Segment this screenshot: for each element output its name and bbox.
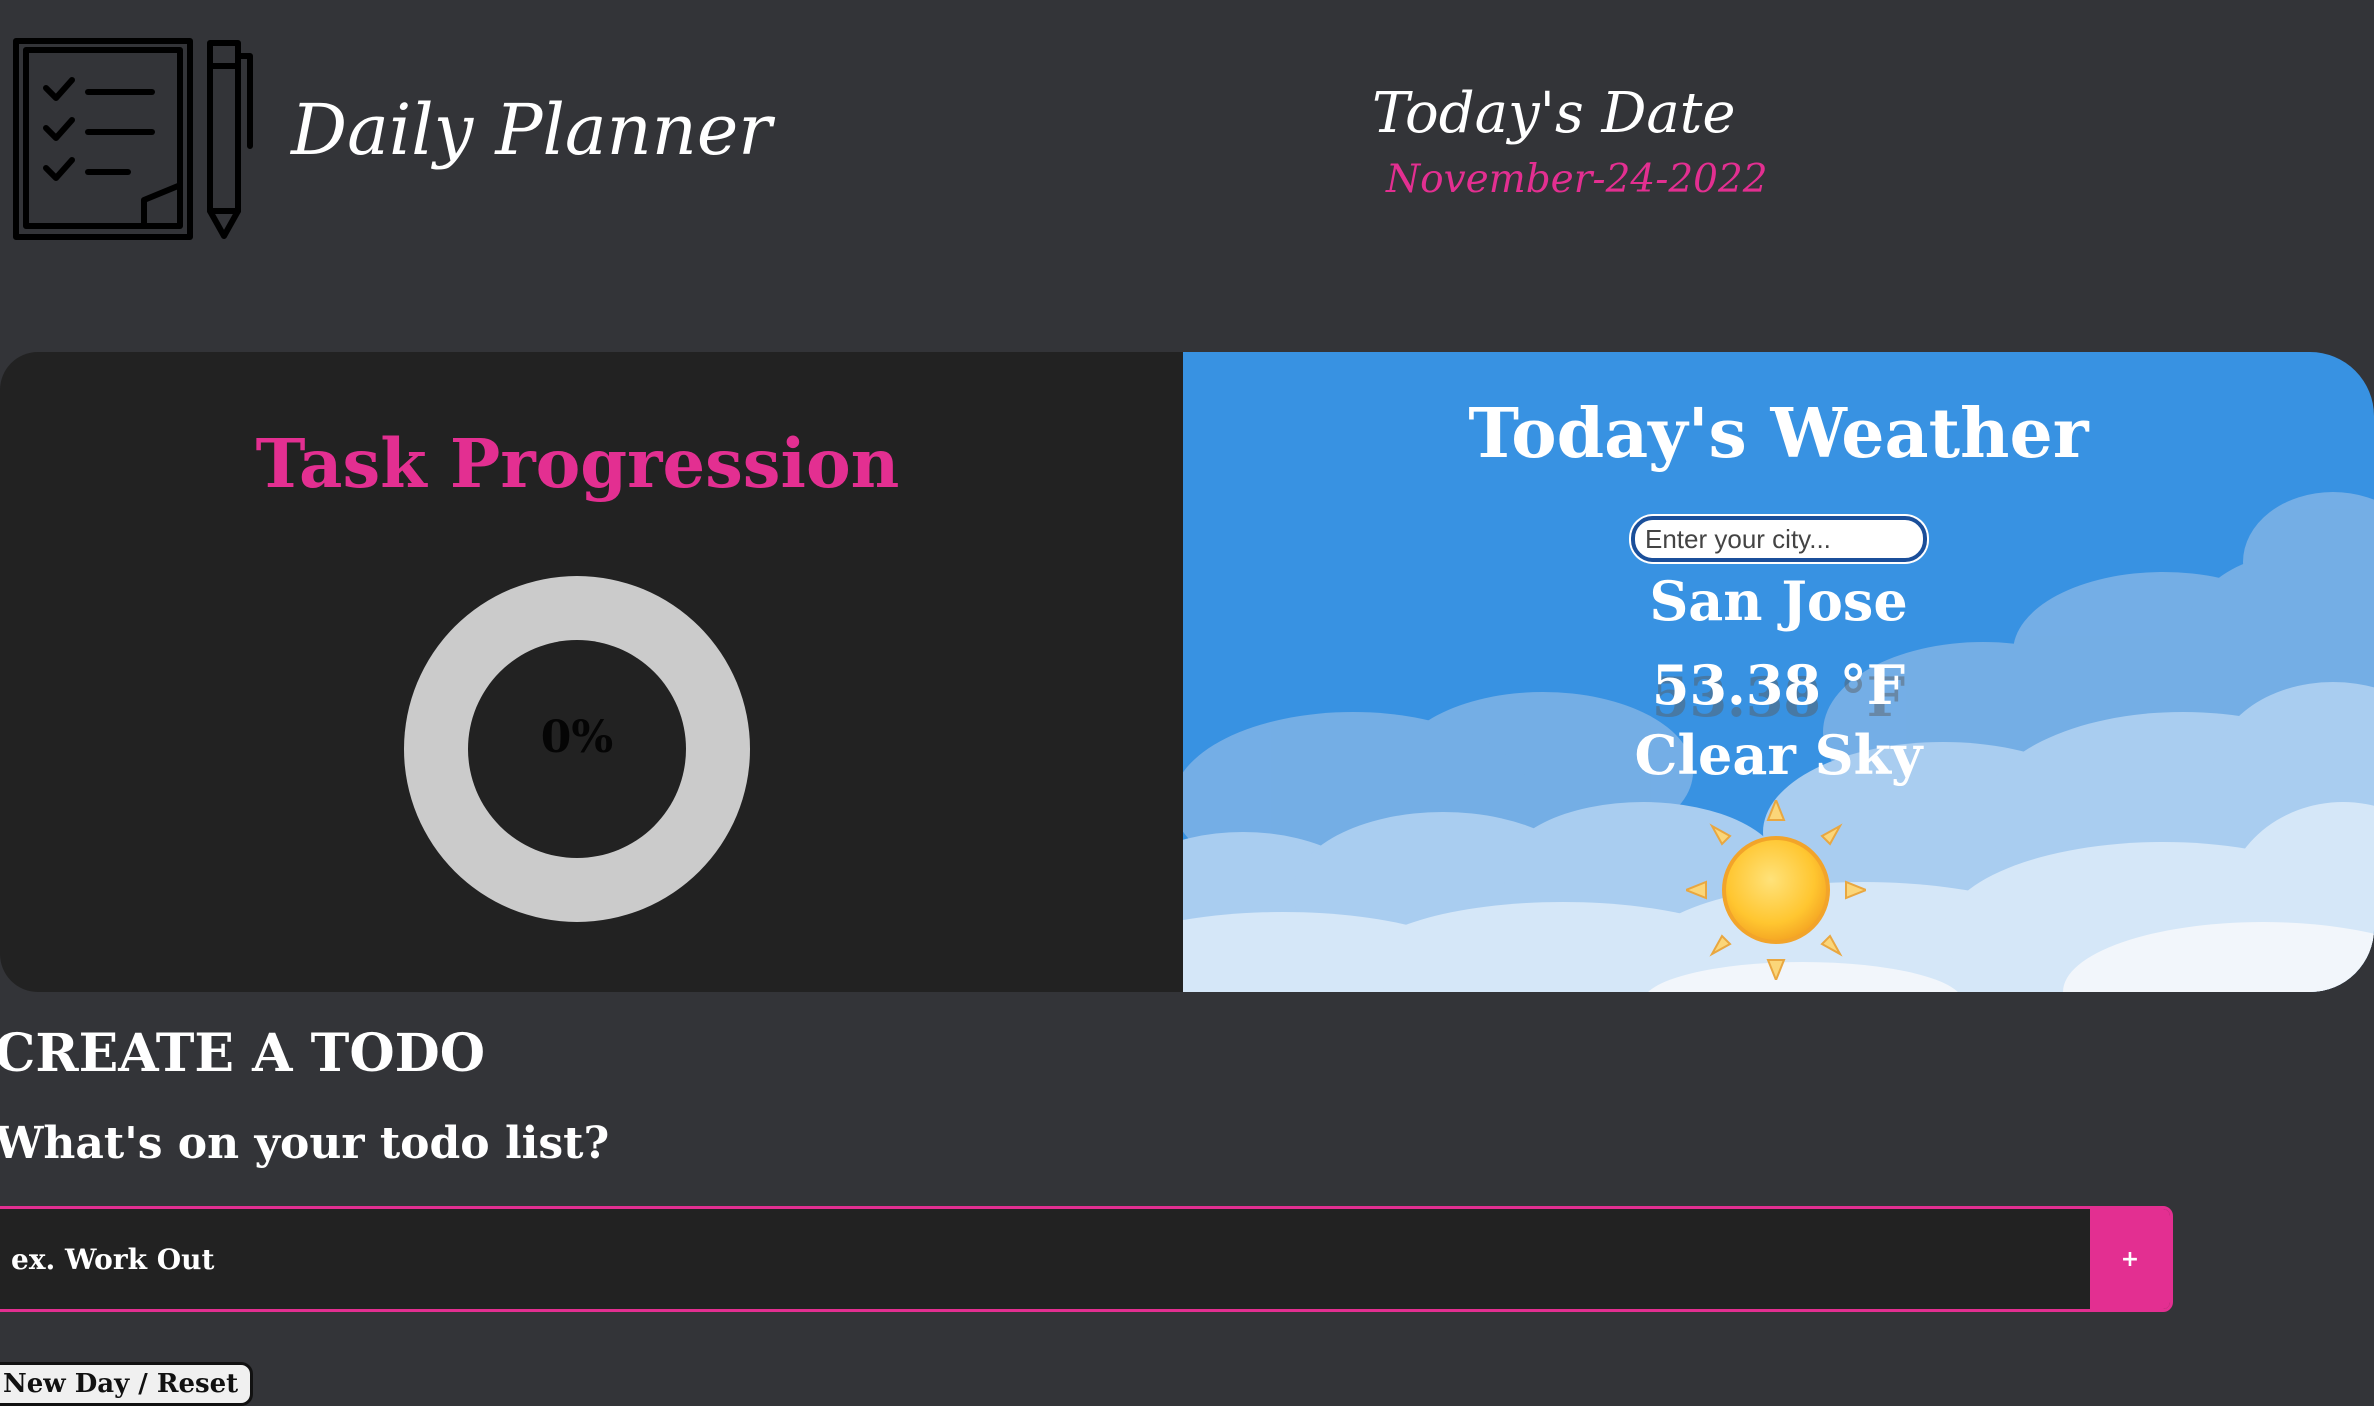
add-todo-button[interactable]: + [2090,1209,2170,1309]
create-todo-heading: CREATE A TODO [0,1023,486,1084]
app-title: Daily Planner [291,89,772,171]
weather-title: Today's Weather [1468,394,2089,474]
task-progression-title: Task Progression [255,424,900,503]
todo-input[interactable] [0,1209,2073,1309]
city-search-input[interactable] [1631,516,1927,562]
weather-city-name: San Jose [1649,569,1908,633]
weather-description: Clear Sky [1634,723,1923,787]
progress-donut-chart: 0% [404,576,750,922]
date-label: Today's Date [1372,81,1736,146]
weather-temperature: 53.38 °F [1651,653,1906,717]
new-day-reset-button[interactable]: New Day / Reset [0,1362,254,1406]
todo-input-row: + [0,1206,2173,1312]
progress-percent-label: 0% [540,712,614,763]
weather-panel: Today's Weather San Jose 53.38 °F 53.38 … [1183,352,2374,992]
current-date: November-24-2022 [1386,157,1768,202]
todo-prompt: What's on your todo list? [0,1118,610,1169]
checklist-logo-icon [13,38,253,240]
sun-icon [1686,800,1866,980]
progress-donut-center: 0% [468,640,686,858]
